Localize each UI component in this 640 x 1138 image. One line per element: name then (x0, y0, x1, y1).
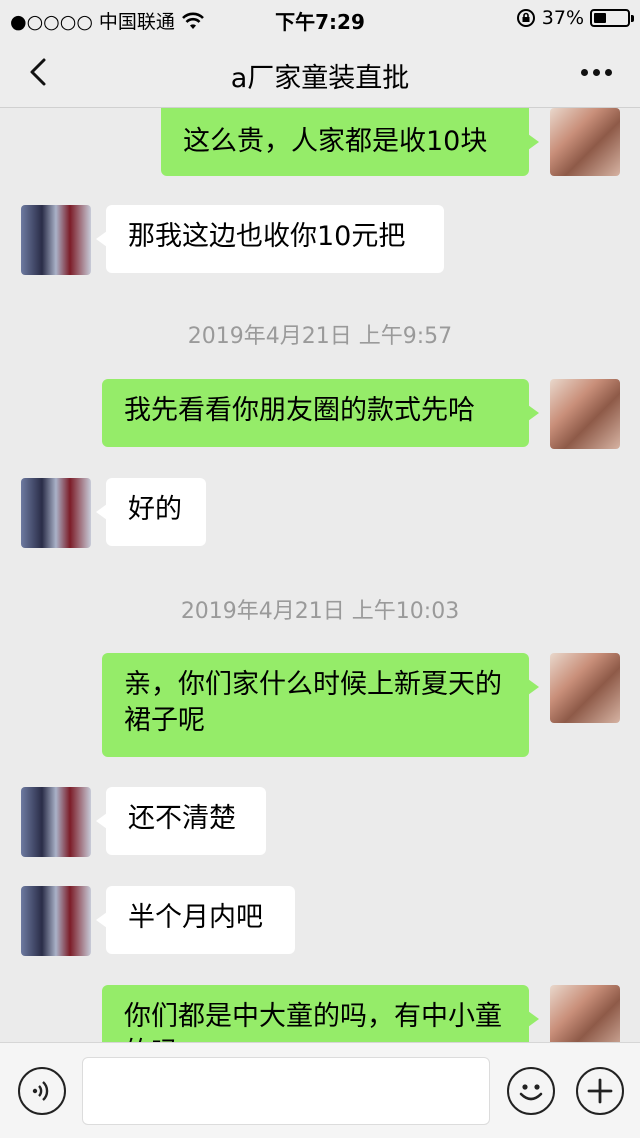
message-bubble-sent[interactable]: 这么贵，人家都是收10块 (161, 108, 539, 176)
message-bubble-sent[interactable]: 亲，你们家什么时候上新夏天的裙子呢 (102, 653, 539, 757)
message-input[interactable] (82, 1057, 490, 1125)
contact-avatar[interactable] (21, 787, 91, 857)
more-dot-icon (592, 68, 600, 76)
rotation-lock-icon (516, 9, 535, 27)
message-bubble-received[interactable]: 那我这边也收你10元把 (96, 205, 444, 273)
message-timestamp: 2019年4月21日 上午10:03 (180, 599, 460, 624)
nav-bar: a厂家童装直批 (0, 36, 640, 108)
more-dot-icon (580, 68, 588, 76)
voice-icon (32, 1081, 49, 1101)
message-bubble-sent[interactable]: 我先看看你朋友圈的款式先哈 (102, 379, 539, 447)
my-avatar[interactable] (550, 379, 620, 449)
emoji-icon (519, 1084, 543, 1101)
contact-avatar[interactable] (21, 478, 91, 548)
message-timestamp: 2019年4月21日 上午9:57 (187, 324, 453, 349)
emoji-button[interactable] (507, 1067, 555, 1115)
message-bubble-received[interactable]: 好的 (96, 478, 206, 546)
voice-button[interactable] (18, 1067, 66, 1115)
message-bubble-received[interactable]: 还不清楚 (96, 787, 266, 855)
contact-avatar[interactable] (21, 886, 91, 956)
contact-avatar[interactable] (21, 205, 91, 275)
more-button[interactable] (574, 54, 618, 90)
my-avatar[interactable] (550, 108, 620, 176)
message-bubble-received[interactable]: 半个月内吧 (96, 886, 295, 954)
plus-icon (587, 1078, 613, 1104)
status-bar: ●○○○○ 中国联通 下午7:29 37% (0, 0, 640, 36)
chat-area[interactable]: 这么贵，人家都是收10块 那我这边也收你10元把 2019年4月21日 上午9:… (0, 108, 640, 1042)
battery-percent: 37% (541, 7, 584, 29)
add-button[interactable] (576, 1067, 624, 1115)
more-dot-icon (604, 68, 612, 76)
input-bar (0, 1042, 640, 1138)
my-avatar[interactable] (550, 985, 620, 1042)
chat-title: a厂家童装直批 (230, 63, 410, 94)
message-bubble-sent[interactable]: 你们都是中大童的吗，有中小童的吗 (102, 985, 539, 1042)
my-avatar[interactable] (550, 653, 620, 723)
battery-icon (590, 9, 634, 27)
